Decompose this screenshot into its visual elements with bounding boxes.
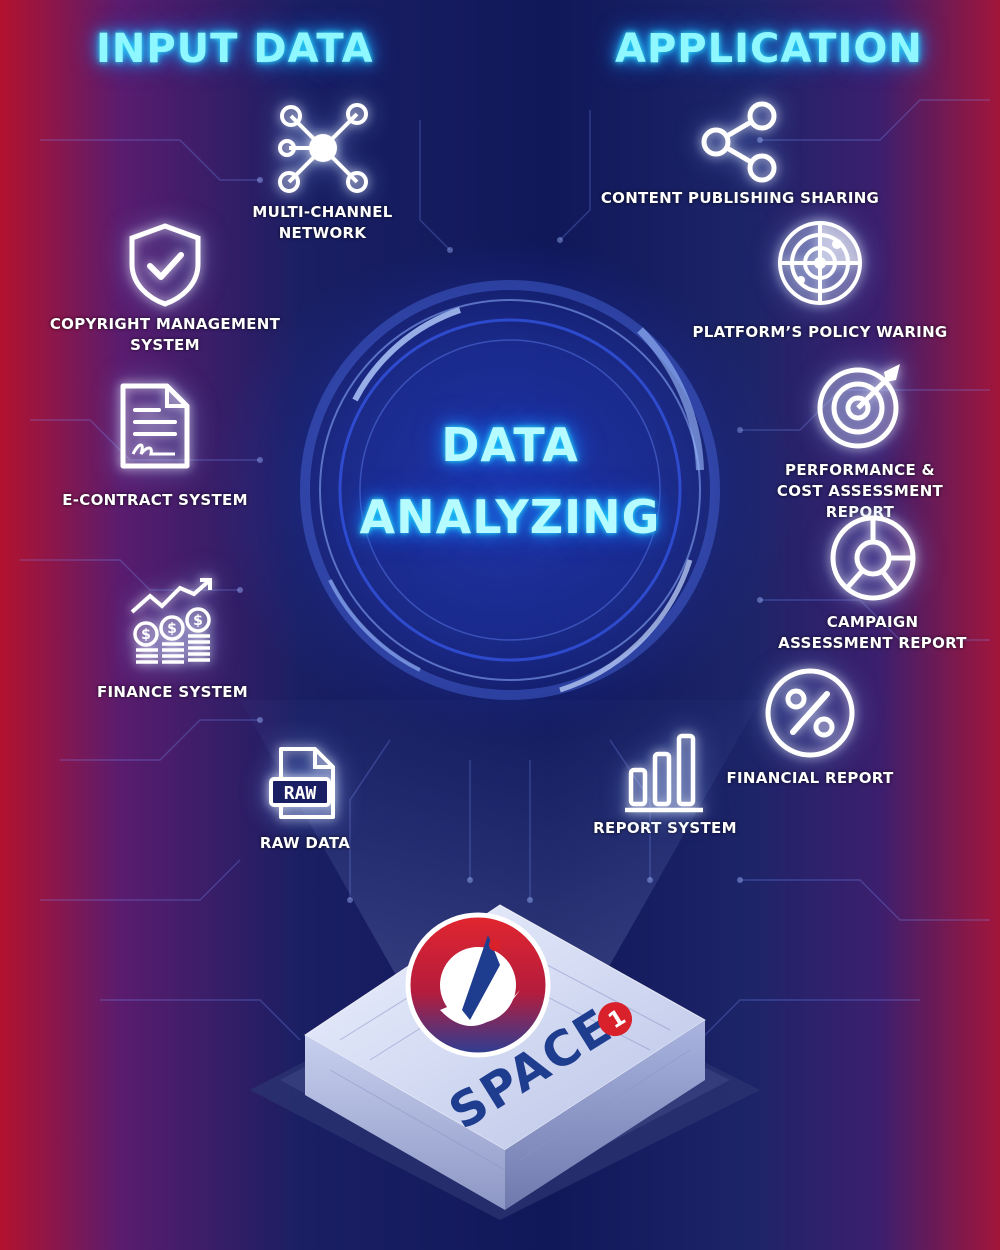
input-node-label: COPYRIGHT MANAGEMENT SYSTEM	[49, 315, 281, 354]
target-icon	[817, 364, 900, 449]
app-node-label: FINANCIAL REPORT	[726, 769, 894, 787]
app-node-performance-report: PERFORMANCE & COST ASSESSMENT REPORT	[740, 360, 980, 523]
growth-coins-icon: $ $ $	[130, 578, 212, 664]
share-icon	[701, 101, 777, 183]
input-node-label: E-CONTRACT SYSTEM	[62, 491, 248, 509]
input-node-e-contract: E-CONTRACT SYSTEM	[40, 380, 270, 511]
app-node-label: REPORT SYSTEM	[593, 819, 737, 837]
percent-icon	[765, 668, 855, 758]
input-node-label: FINANCE SYSTEM	[96, 683, 249, 701]
shield-check-icon	[129, 223, 201, 307]
input-node-label: RAW DATA	[259, 834, 351, 852]
app-node-label: CONTENT PUBLISHING SHARING	[600, 189, 880, 207]
app-node-label: CAMPAIGN ASSESSMENT REPORT	[778, 613, 967, 652]
space1-logo-mark	[405, 912, 551, 1058]
svg-text:$: $	[167, 621, 177, 637]
network-nodes-icon	[277, 103, 368, 193]
core-title-line1: DATA	[441, 418, 579, 472]
app-node-financial-report: FINANCIAL REPORT	[715, 666, 905, 789]
app-node-policy-warning: PLATFORM’S POLICY WARING	[690, 218, 950, 343]
svg-text:$: $	[141, 627, 151, 643]
input-node-copyright: COPYRIGHT MANAGEMENT SYSTEM	[30, 222, 300, 356]
input-data-heading: INPUT DATA	[96, 26, 374, 72]
raw-file-icon: RAW	[269, 747, 335, 819]
app-node-content-sharing: CONTENT PUBLISHING SHARING	[600, 100, 880, 209]
core-title-line2: ANALYZING	[359, 490, 661, 544]
svg-text:$: $	[193, 613, 203, 629]
donut-chart-icon	[830, 515, 915, 601]
document-signature-icon	[120, 383, 190, 469]
input-node-finance: $ $ $ FINANCE SYSTEM	[80, 578, 265, 703]
bar-chart-icon	[625, 733, 703, 813]
app-node-label: PLATFORM’S POLICY WARING	[692, 323, 948, 341]
app-node-report-system: REPORT SYSTEM	[590, 730, 740, 839]
svg-text:RAW: RAW	[284, 783, 317, 804]
input-node-raw-data: RAW RAW DATA	[240, 745, 370, 854]
application-heading: APPLICATION	[615, 26, 923, 72]
app-node-campaign-report: CAMPAIGN ASSESSMENT REPORT	[760, 512, 985, 654]
radar-icon	[778, 221, 862, 305]
